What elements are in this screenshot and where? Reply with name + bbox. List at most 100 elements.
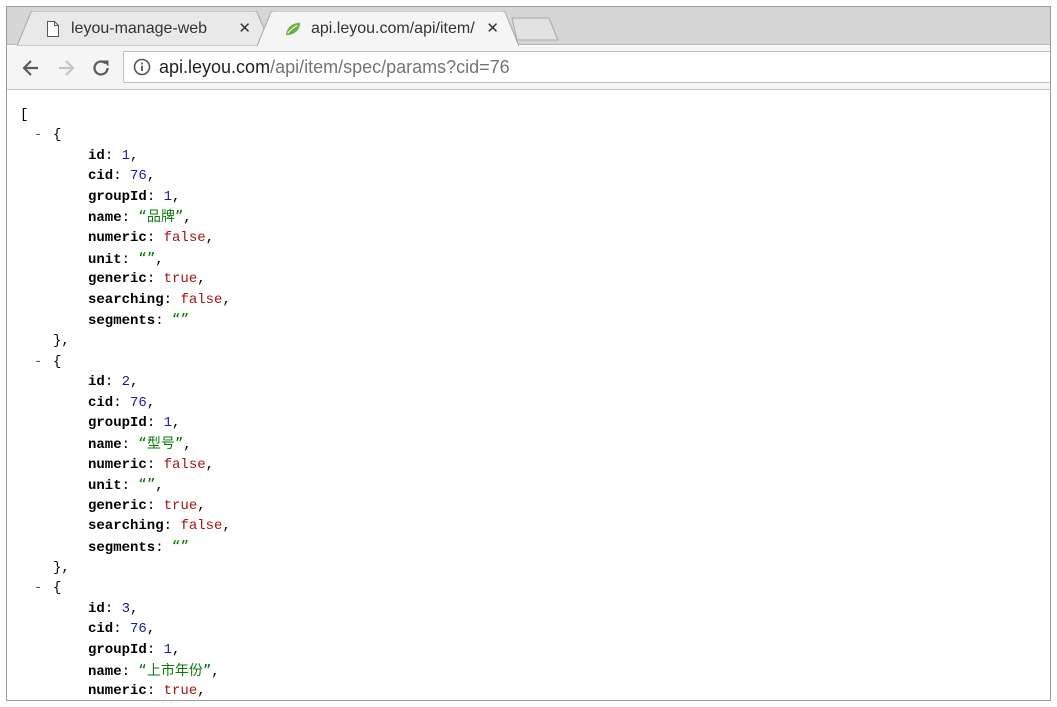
json-key: cid [88,394,114,411]
json-value: “型号” [138,436,184,452]
json-value: 76 [130,621,147,638]
json-value: “” [172,539,189,555]
json-property: searching: false, [88,290,231,310]
json-key: groupId [88,415,147,432]
json-value: false [180,291,223,308]
collapse-icon: - [34,127,43,143]
json-comma: , [183,210,192,227]
json-comma: , [155,251,164,268]
json-key: segments [88,540,156,556]
spring-leaf-icon [285,21,301,37]
close-icon[interactable]: ✕ [238,21,251,36]
json-value: true [163,497,198,514]
document-icon [45,20,61,37]
json-value: false [180,518,223,535]
json-key: name [88,663,122,680]
open-bracket: [ [20,107,29,123]
json-comma: , [205,230,215,246]
json-key: name [88,437,122,453]
url-host: api.leyou.com [159,56,271,77]
tab-api-leyou[interactable]: api.leyou.com/api/item/ ✕ [257,11,519,46]
json-key: id [88,600,105,617]
json-key: groupId [88,642,147,658]
json-value: 76 [130,168,147,185]
json-value: 1 [163,188,173,205]
json-comma: , [130,374,139,391]
close-brace: }, [53,559,70,576]
json-property: generic: true, [88,496,206,516]
json-property: numeric: false, [88,455,214,475]
open-brace: { [53,127,62,143]
json-value: true [163,683,198,700]
collapse-toggle[interactable]: - [34,578,42,598]
json-property: cid: 76, [88,619,155,639]
json-comma: , [146,168,156,185]
json-key: cid [88,168,114,185]
json-comma: , [205,456,215,473]
json-property: groupId: 1, [88,413,180,433]
json-value: false [163,230,206,246]
json-colon: : [146,642,164,658]
json-comma: , [130,600,139,617]
json-colon: : [104,147,122,164]
json-value: true [163,271,198,288]
json-value: 1 [163,642,173,658]
browser-toolbar: api.leyou.com/api/item/spec/params?cid=7… [7,46,1050,90]
json-value: 2 [121,374,131,391]
json-property: id: 2, [88,372,138,392]
json-key: numeric [88,456,147,473]
collapse-toggle[interactable]: - [34,125,42,145]
browser-window: leyou-manage-web ✕ api.leyou.com/api/ite… [6,6,1051,701]
json-property: segments: “” [88,537,189,557]
json-property: name: “型号”, [88,434,192,454]
json-value: “” [172,312,189,329]
json-comma: , [197,271,206,288]
json-comma: , [155,478,164,495]
json-colon: : [113,394,131,411]
json-property: id: 3, [88,599,138,619]
json-key: id [88,147,105,164]
json-colon: : [146,415,164,432]
collapse-toggle[interactable]: - [34,352,42,372]
json-value: 1 [163,415,173,432]
json-key: searching [88,291,164,308]
close-brace: }, [53,333,70,349]
json-property: segments: “” [88,310,189,330]
json-colon: : [121,663,139,680]
json-property: name: “品牌”, [88,207,192,227]
json-colon: : [163,518,181,535]
json-comma: , [172,642,181,658]
json-key: generic [88,497,147,514]
json-property: generic: true, [88,269,206,289]
json-colon: : [163,291,181,308]
json-property: name: “上市年份”, [88,661,220,681]
json-key: generic [88,271,147,288]
info-icon[interactable] [133,58,151,76]
json-comma: , [130,147,139,164]
reload-icon [93,60,109,76]
json-property: numeric: true, [88,681,206,700]
json-comma: , [183,437,192,453]
tab-title: leyou-manage-web [71,19,208,37]
json-comma: , [146,621,156,638]
close-icon[interactable]: ✕ [486,21,499,36]
open-brace: { [53,580,62,597]
json-colon: : [146,188,164,205]
back-button[interactable] [19,56,43,80]
json-key: id [88,374,105,391]
json-colon: : [146,497,164,514]
json-colon: : [121,251,139,268]
json-property: cid: 76, [88,166,155,186]
open-brace: { [53,353,62,370]
tab-leyou-manage-web[interactable]: leyou-manage-web ✕ [17,11,271,46]
tab-title: api.leyou.com/api/item/ [311,19,475,37]
json-property: searching: false, [88,516,231,536]
forward-button[interactable] [54,56,78,80]
json-value: 76 [130,394,147,411]
json-property: id: 1, [88,146,138,166]
reload-button[interactable] [89,56,113,80]
arrow-right-icon [59,60,75,76]
json-key: segments [88,313,156,330]
json-colon: : [104,374,122,391]
address-bar[interactable]: api.leyou.com/api/item/spec/params?cid=7… [123,51,1050,83]
